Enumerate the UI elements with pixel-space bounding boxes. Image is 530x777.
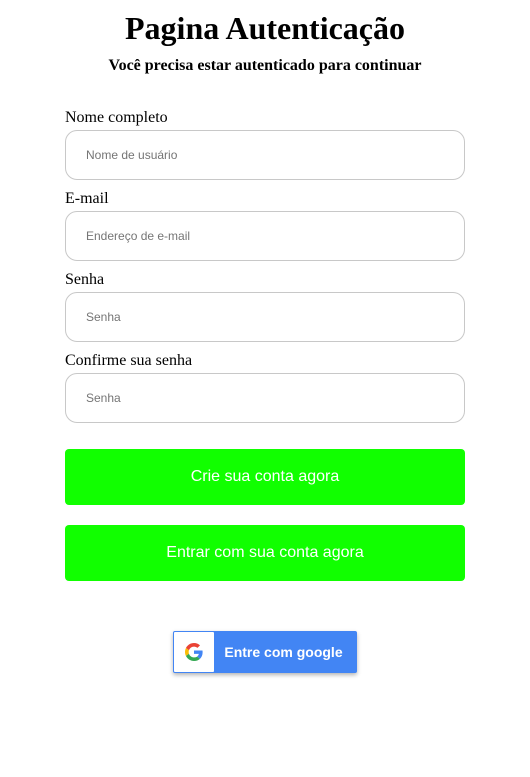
confirm-password-input[interactable]	[65, 373, 465, 423]
full-name-label: Nome completo	[65, 109, 168, 126]
password-label: Senha	[65, 271, 105, 288]
google-signin-label: Entre com google	[224, 644, 343, 660]
google-icon-container	[174, 632, 214, 672]
email-label: E-mail	[65, 190, 109, 207]
google-signin-button[interactable]: Entre com google	[173, 631, 357, 673]
email-input[interactable]	[65, 211, 465, 261]
password-input[interactable]	[65, 292, 465, 342]
page-title: Pagina Autenticação	[125, 10, 405, 46]
confirm-password-label: Confirme sua senha	[65, 352, 193, 369]
google-g-icon	[185, 643, 203, 661]
page-subtitle: Você precisa estar autenticado para cont…	[108, 57, 422, 74]
signup-form: Nome completo E-mail Senha Confirme sua …	[65, 106, 465, 432]
create-account-button[interactable]: Crie sua conta agora	[65, 449, 465, 505]
full-name-input[interactable]	[65, 130, 465, 180]
login-button[interactable]: Entrar com sua conta agora	[65, 525, 465, 581]
